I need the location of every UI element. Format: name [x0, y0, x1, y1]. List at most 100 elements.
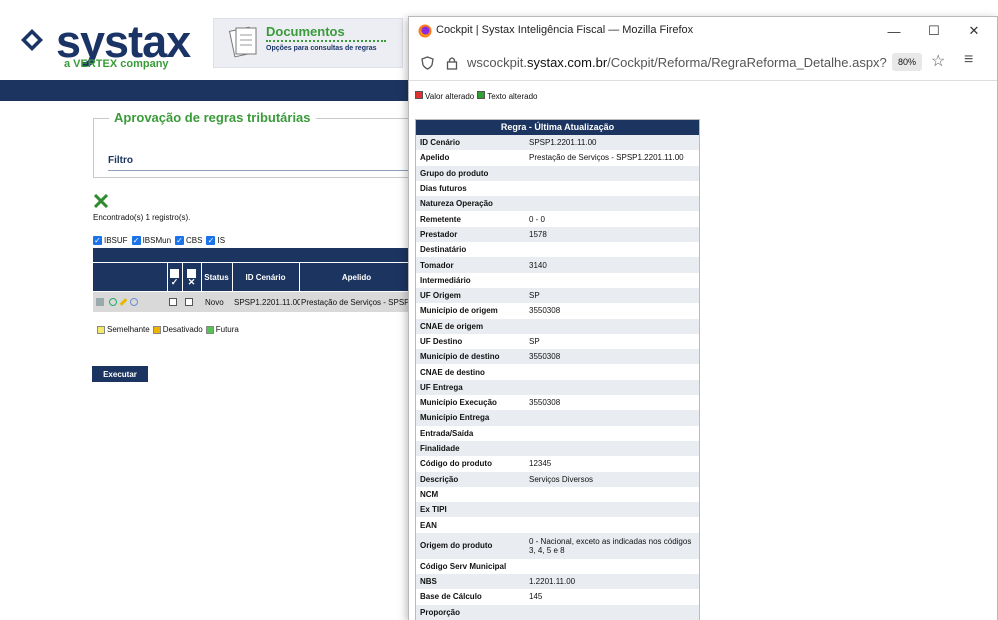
table-row: CNAE de origem	[416, 318, 699, 334]
row-value	[526, 517, 699, 532]
edit-icon[interactable]	[96, 298, 104, 306]
brand-subtitle: a VERTEX company	[64, 58, 169, 70]
zoom-level[interactable]: 80%	[892, 53, 922, 71]
row-value	[526, 318, 699, 334]
table-row[interactable]: Novo SPSP1.2201.11.00 Prestação de Servi…	[93, 292, 413, 312]
page-title-box: Aprovação de regras tributárias Filtro	[93, 110, 413, 178]
row-key: CNAE de origem	[416, 318, 526, 334]
table-row: NCM	[416, 486, 699, 503]
minimize-button[interactable]: —	[879, 20, 909, 42]
checkbox-checked-icon: ✓	[131, 236, 141, 245]
url-bar[interactable]: wscockpit.systax.com.br/Cockpit/Reforma/…	[409, 45, 997, 81]
documentos-subtitle: Opções para consultas de regras	[266, 45, 377, 52]
legend-desativado: Desativado	[152, 325, 203, 334]
header-approve-all[interactable]: ✓	[167, 263, 181, 291]
table-row: NBS 1.2201.11.00	[416, 574, 699, 590]
row-key: Apelido	[420, 153, 450, 163]
approve-icon: ✓	[170, 276, 179, 287]
table-row: Entrada/Saída	[416, 425, 699, 441]
hamburger-menu-icon[interactable]: ≡	[964, 51, 973, 69]
dotted-divider	[266, 40, 386, 42]
row-value	[526, 487, 699, 502]
row-key: UF Destino	[420, 337, 463, 346]
green-swatch	[205, 325, 214, 334]
view-icon[interactable]	[109, 298, 117, 306]
table-row: Natureza Operação	[416, 196, 699, 212]
table-row: Intermediário	[416, 272, 699, 288]
table-row: Município de origem 3550308	[416, 303, 699, 319]
checkbox-ibsuf[interactable]: ✓ IBSUF	[93, 236, 128, 245]
row-key: Base de Cálculo	[420, 592, 482, 602]
regra-rows: ID Cenário SPSP1.2201.11.00 Apelido Prestaç…	[416, 135, 699, 620]
executar-button[interactable]: Executar	[92, 366, 148, 382]
close-button[interactable]: ✕	[959, 20, 989, 42]
row-key: Remetente	[420, 214, 461, 224]
row-key: NCM	[420, 489, 439, 499]
header-reject-all[interactable]: ✕	[182, 263, 200, 291]
lock-icon[interactable]	[446, 56, 458, 70]
row-value: 1.2201.11.00	[526, 574, 699, 590]
row-value: 3550308	[526, 349, 699, 365]
change-legend: Valor alterado Texto alterado	[415, 91, 537, 101]
table-row: Tomador 3140	[416, 257, 699, 273]
row-key: Ex TIPI	[416, 502, 526, 518]
checkbox-label: IBSMun	[142, 236, 172, 245]
row-key: Natureza Operação	[416, 196, 526, 212]
row-value	[526, 181, 699, 196]
filter-divider	[108, 170, 408, 171]
reject-checkbox[interactable]	[185, 292, 197, 312]
documentos-tab[interactable]: Documentos Opções para consultas de regr…	[213, 18, 403, 68]
checkbox-cbs[interactable]: ✓ CBS	[175, 236, 202, 245]
diamond-logo-icon	[21, 29, 43, 51]
header-apelido[interactable]: Apelido	[299, 263, 413, 291]
row-key: Origem do produto	[416, 532, 526, 559]
checkbox-is[interactable]: ✓ IS	[206, 236, 225, 245]
shield-icon[interactable]	[421, 56, 434, 70]
row-key: Descrição	[416, 471, 526, 487]
excel-export-icon[interactable]	[94, 194, 108, 208]
orange-swatch	[152, 325, 161, 334]
table-row: Ex TIPI	[416, 502, 699, 518]
row-value: 3550308	[529, 306, 561, 316]
filter-toggle[interactable]: Filtro	[108, 155, 133, 166]
row-key: ID Cenário	[416, 135, 526, 151]
row-key: Código do produto	[420, 459, 492, 469]
row-value: Serviços Diversos	[526, 471, 699, 487]
yellow-swatch	[97, 325, 105, 334]
table-row: Código Serv Municipal	[416, 558, 699, 575]
legend-valor-alterado: Valor alterado	[415, 91, 474, 101]
row-key: Município de destino	[416, 349, 526, 365]
row-value	[526, 379, 699, 396]
header-id-cenario[interactable]: ID Cenário	[232, 263, 298, 291]
row-value	[526, 242, 699, 257]
row-key: NBS	[416, 574, 526, 590]
header-status[interactable]: Status	[201, 263, 231, 291]
records-found-text: Encontrado(s) 1 registro(s).	[93, 213, 191, 222]
row-value: 0 - 0	[529, 214, 546, 224]
checkbox-label: CBS	[186, 236, 203, 245]
row-value: 12345	[529, 459, 552, 469]
table-row: Município de destino 3550308	[416, 349, 699, 365]
history-icon[interactable]	[130, 298, 138, 306]
table-row: Destinatário	[416, 242, 699, 258]
legend-texto-alterado: Texto alterado	[477, 91, 537, 101]
maximize-button[interactable]: ☐	[919, 20, 949, 42]
row-key: Tomador	[416, 257, 526, 273]
table-row: Prestador 1578	[416, 226, 699, 243]
legend-semelhante: Semelhante	[97, 325, 150, 334]
row-value: SPSP1.2201.11.00	[526, 135, 699, 151]
pencil-icon[interactable]	[119, 298, 128, 306]
bookmark-star-icon[interactable]: ☆	[931, 51, 945, 71]
row-key: Prestador	[416, 226, 526, 243]
url-text[interactable]: wscockpit.systax.com.br/Cockpit/Reforma/…	[467, 55, 887, 70]
table-row: Município Entrega	[416, 410, 699, 426]
checkbox-checked-icon: ✓	[93, 236, 102, 245]
checkbox-ibsmun[interactable]: ✓ IBSMun	[131, 236, 172, 245]
row-key: Finalidade	[416, 440, 526, 457]
row-value	[526, 426, 699, 441]
table-row: Descrição Serviços Diversos	[416, 471, 699, 487]
status-legend: Semelhante Desativado Futura	[97, 325, 239, 334]
tax-checkbox-group: ✓ IBSUF ✓ IBSMun ✓ CBS ✓ IS	[93, 236, 225, 245]
window-titlebar[interactable]: Cockpit | Systax Inteligência Fiscal — M…	[409, 17, 997, 45]
approve-checkbox[interactable]	[169, 292, 181, 312]
